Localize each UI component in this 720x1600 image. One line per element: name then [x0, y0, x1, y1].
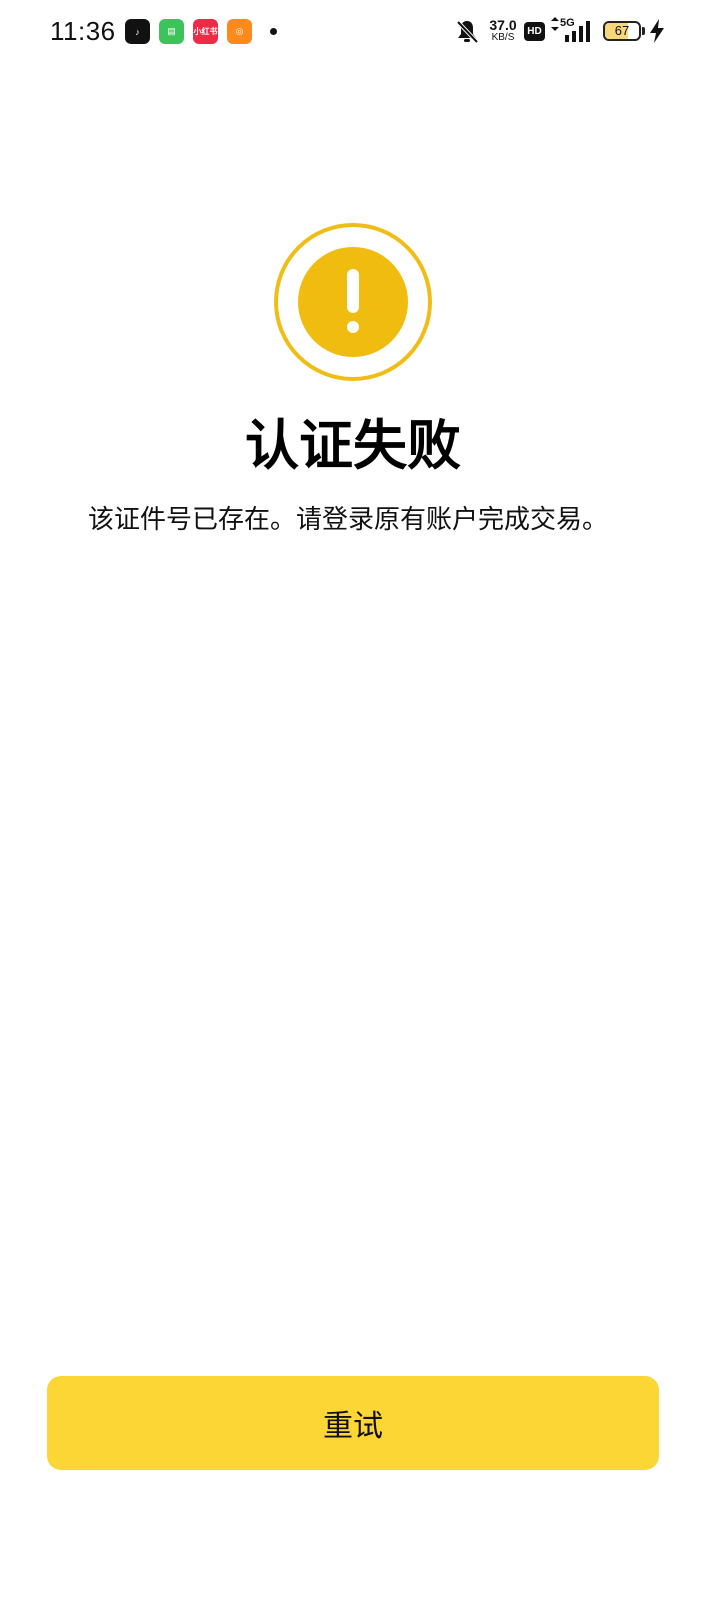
network-speed-unit: KB/S: [491, 32, 515, 43]
exclamation-bar: [347, 269, 359, 313]
battery-cap: [642, 27, 645, 35]
xiaohongshu-icon: 小红书: [193, 19, 218, 44]
notification-dot: [270, 28, 277, 35]
battery-icon: 67: [603, 21, 641, 41]
network-speed: 37.0 KB/S: [486, 18, 520, 43]
page-title: 认证失败: [245, 414, 461, 477]
messages-icon: ▤: [159, 19, 184, 44]
tiktok-icon: ♪: [125, 19, 150, 44]
data-updown-icon: [551, 17, 559, 31]
bell-muted-icon: [456, 20, 479, 44]
battery-level: 67: [614, 23, 630, 38]
exclamation-dot: [347, 321, 359, 333]
status-time: 11:36: [50, 16, 116, 46]
status-bar: 11:36 ♪ ▤ 小红书 ◎ 37.0 KB/S HD 5G 67: [0, 0, 720, 64]
error-message: 该证件号已存在。请登录原有账户完成交易。: [87, 505, 608, 535]
retry-button[interactable]: 重试: [47, 1376, 659, 1470]
charging-icon: [650, 19, 664, 43]
signal-icon: [565, 21, 590, 42]
hd-badge: HD: [524, 22, 545, 41]
kuaishou-icon: ◎: [227, 19, 252, 44]
network-speed-value: 37.0: [489, 17, 517, 33]
